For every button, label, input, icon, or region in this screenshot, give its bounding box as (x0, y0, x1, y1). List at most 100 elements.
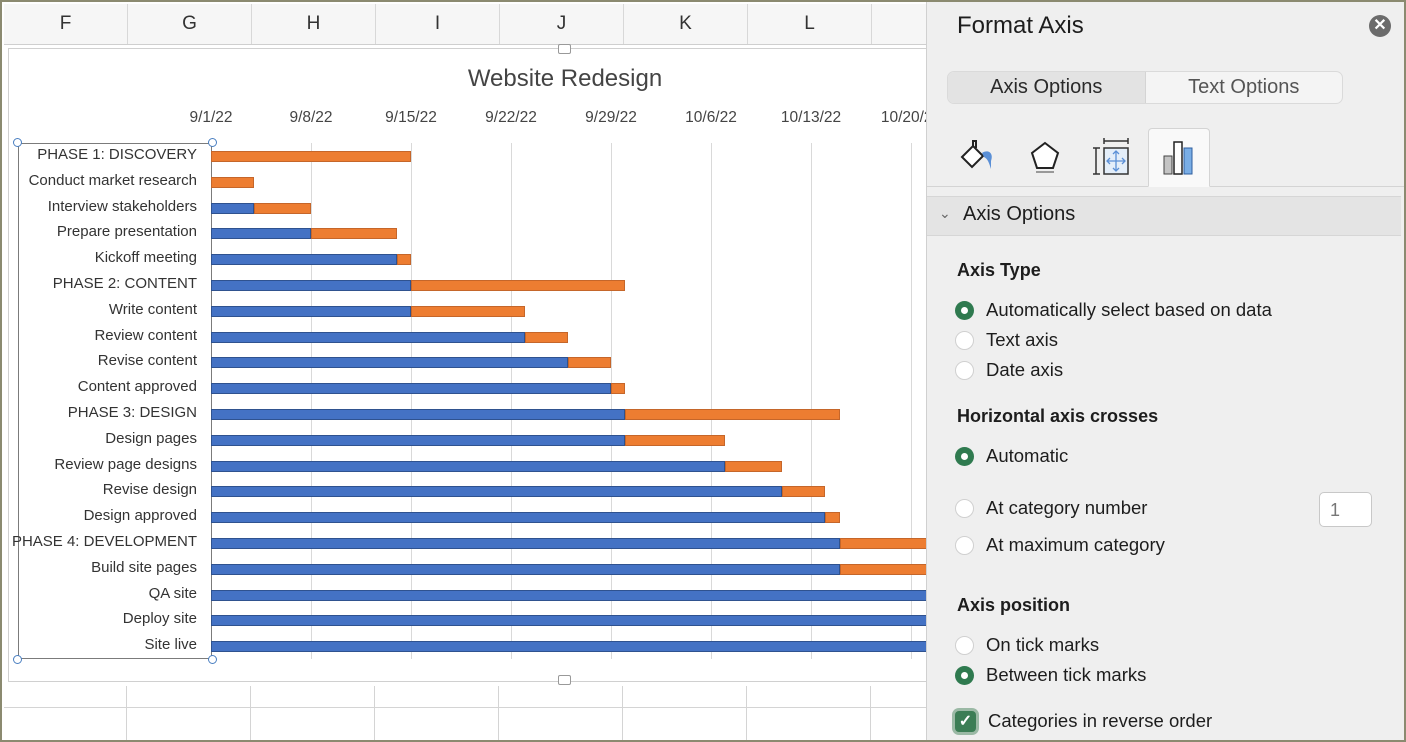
category-label[interactable]: Kickoff meeting (0, 249, 197, 266)
radio-auto-select[interactable]: Automatically select based on data (955, 298, 1272, 322)
bar-start-offset[interactable] (211, 538, 840, 549)
bar-start-offset[interactable] (211, 280, 411, 291)
bar-start-offset[interactable] (211, 305, 411, 317)
radio-button[interactable] (955, 498, 974, 518)
category-label[interactable]: PHASE 1: DISCOVERY (0, 146, 197, 163)
close-icon[interactable]: ✕ (1369, 15, 1391, 37)
bar-start-offset[interactable] (211, 589, 927, 601)
column-header[interactable]: K (624, 4, 748, 44)
category-label[interactable]: Revise content (0, 352, 197, 369)
tab-text-options[interactable]: Text Options (1146, 72, 1343, 103)
bar-duration[interactable] (411, 305, 526, 317)
column-header[interactable]: I (376, 4, 500, 44)
column-header[interactable]: F (4, 4, 128, 44)
bar-start-offset[interactable] (211, 357, 569, 369)
bar-start-offset[interactable] (211, 486, 783, 498)
bar-start-offset[interactable] (211, 563, 840, 575)
bar-duration[interactable] (411, 280, 626, 291)
radio-button[interactable] (955, 635, 974, 655)
category-label[interactable]: Review content (0, 327, 197, 344)
resize-handle-top[interactable] (558, 44, 571, 54)
checkbox-reverse-order[interactable]: ✓ Categories in reverse order (955, 709, 1212, 733)
category-label[interactable]: Conduct market research (0, 172, 197, 189)
bar-start-offset[interactable] (211, 383, 611, 395)
tab-fill-line[interactable] (947, 128, 1009, 186)
checkbox-checked-icon[interactable]: ✓ (955, 710, 976, 732)
radio-button[interactable] (955, 360, 974, 380)
bar-duration[interactable] (625, 434, 726, 446)
bar-duration[interactable] (625, 409, 840, 420)
radio-button[interactable] (955, 330, 974, 350)
category-label[interactable]: Build site pages (0, 559, 197, 576)
radio-on-tick-marks[interactable]: On tick marks (955, 633, 1099, 657)
bar-duration[interactable] (211, 176, 254, 188)
bar-start-offset[interactable] (211, 512, 826, 524)
column-header[interactable]: G (128, 4, 252, 44)
category-label[interactable]: Revise design (0, 481, 197, 498)
radio-button[interactable] (955, 665, 974, 685)
bar-duration[interactable] (782, 486, 826, 498)
x-tick-label: 10/20/22 (880, 109, 927, 126)
resize-handle-bottom[interactable] (558, 675, 571, 685)
chart-title[interactable]: Website Redesign (9, 65, 927, 93)
column-header[interactable]: J (500, 4, 624, 44)
selection-handle[interactable] (208, 655, 217, 664)
category-label[interactable]: Interview stakeholders (0, 198, 197, 215)
bar-duration[interactable] (825, 512, 840, 524)
tab-effects[interactable] (1014, 128, 1076, 186)
bar-start-offset[interactable] (211, 641, 927, 653)
category-label[interactable]: Site live (0, 636, 197, 653)
section-axis-options[interactable]: ⌄ Axis Options (927, 196, 1401, 236)
bar-start-offset[interactable] (211, 434, 626, 446)
column-header[interactable]: H (252, 4, 376, 44)
radio-at-category-number[interactable]: At category number (955, 496, 1147, 520)
category-label[interactable]: PHASE 3: DESIGN (0, 404, 197, 421)
category-number-input[interactable]: 1 (1319, 492, 1372, 527)
bar-start-offset[interactable] (211, 409, 626, 420)
radio-at-max-category[interactable]: At maximum category (955, 533, 1165, 557)
bar-duration[interactable] (396, 254, 411, 266)
category-label[interactable]: PHASE 4: DEVELOPMENT (0, 533, 197, 550)
bar-duration[interactable] (568, 357, 611, 369)
bar-start-offset[interactable] (211, 254, 397, 266)
bar-duration[interactable] (839, 538, 927, 549)
radio-button[interactable] (955, 446, 974, 466)
bar-start-offset[interactable] (211, 202, 254, 214)
radio-button[interactable] (955, 300, 974, 320)
category-label[interactable]: Content approved (0, 378, 197, 395)
bar-start-offset[interactable] (211, 615, 927, 627)
category-label[interactable]: Review page designs (0, 456, 197, 473)
column-header[interactable]: M (872, 4, 927, 44)
bar-duration[interactable] (839, 563, 927, 575)
bar-start-offset[interactable] (211, 228, 311, 240)
category-label[interactable]: Prepare presentation (0, 223, 197, 240)
radio-between-tick-marks[interactable]: Between tick marks (955, 663, 1146, 687)
tab-size-properties[interactable] (1081, 128, 1143, 186)
category-label[interactable]: Deploy site (0, 610, 197, 627)
bar-duration[interactable] (211, 151, 411, 162)
bar-duration[interactable] (725, 460, 783, 472)
bar-duration[interactable] (311, 228, 397, 240)
gantt-chart[interactable]: Website Redesign 9/1/22 9/8/22 9/15/22 9/22… (8, 44, 927, 685)
bar-start-offset[interactable] (211, 460, 726, 472)
radio-crosses-automatic[interactable]: Automatic (955, 444, 1068, 468)
column-header[interactable]: L (748, 4, 872, 44)
bar-duration[interactable] (611, 383, 626, 395)
category-label[interactable]: QA site (0, 585, 197, 602)
bar-start-offset[interactable] (211, 331, 526, 343)
selection-handle[interactable] (13, 655, 22, 664)
radio-button[interactable] (955, 535, 974, 555)
bar-duration[interactable] (525, 331, 569, 343)
radio-text-axis[interactable]: Text axis (955, 328, 1058, 352)
category-label[interactable]: Design approved (0, 507, 197, 524)
selection-handle[interactable] (208, 138, 217, 147)
vertical-axis-selection[interactable]: PHASE 1: DISCOVERY Conduct market researc… (12, 138, 217, 664)
tab-axis-options[interactable]: Axis Options (948, 72, 1146, 103)
radio-date-axis[interactable]: Date axis (955, 358, 1063, 382)
cell-grid[interactable] (4, 686, 927, 742)
category-label[interactable]: Write content (0, 301, 197, 318)
category-label[interactable]: PHASE 2: CONTENT (0, 275, 197, 292)
category-label[interactable]: Design pages (0, 430, 197, 447)
bar-duration[interactable] (253, 202, 311, 214)
tab-axis-options-icon[interactable] (1148, 128, 1210, 187)
